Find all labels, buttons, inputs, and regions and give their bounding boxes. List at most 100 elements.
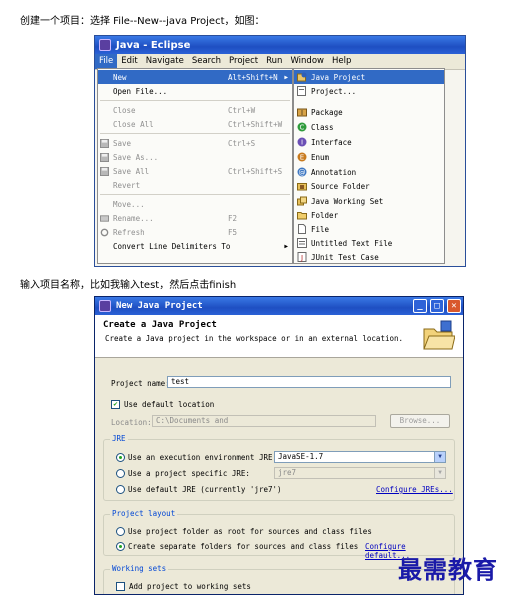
eclipse-title: Java - Eclipse (116, 39, 191, 51)
file-menu-item-convert-line-delimiters[interactable]: Convert Line Delimiters To ▶ (98, 239, 292, 253)
jre-execution-env-radio[interactable] (116, 453, 125, 462)
new-item-file[interactable]: File (294, 222, 444, 236)
svg-text:I: I (301, 139, 303, 147)
jre-execution-env-label: Use an execution environment JRE: (128, 453, 278, 462)
annotation-icon: @ (297, 167, 307, 177)
layout-separate-label: Create separate folders for sources and … (128, 542, 359, 551)
file-menu-item-save[interactable]: Save Ctrl+S (98, 136, 292, 150)
new-item-annotation[interactable]: @ Annotation (294, 165, 444, 179)
class-icon: C (297, 122, 307, 132)
add-to-working-sets-label: Add project to working sets (129, 582, 251, 591)
new-project-folder-icon (423, 320, 455, 350)
save-as-icon (100, 152, 109, 162)
configure-jres-link[interactable]: Configure JREs... (376, 485, 453, 494)
text-file-icon (297, 238, 307, 248)
rename-icon (100, 214, 109, 222)
project-specific-jre-select[interactable]: jre7 ▼ (274, 467, 446, 479)
dialog-heading: Create a Java Project (103, 320, 217, 330)
layout-root-radio[interactable] (116, 527, 125, 536)
menu-separator (100, 194, 290, 195)
menu-edit[interactable]: Edit (117, 54, 141, 69)
new-item-junit-test-case[interactable]: J JUnit Test Case (294, 250, 444, 264)
menu-file[interactable]: File (95, 54, 118, 69)
working-sets-title: Working sets (110, 564, 169, 573)
jre-group: JRE Use an execution environment JRE: Ja… (103, 434, 455, 501)
dialog-header: Create a Java Project Create a Java proj… (95, 315, 463, 358)
step2-caption: 输入项目名称，比如我输入test，然后点击finish (20, 280, 237, 291)
use-default-location-label: Use default location (124, 400, 215, 409)
new-item-project[interactable]: Project... (294, 84, 444, 98)
refresh-icon (100, 228, 109, 236)
close-icon[interactable]: ✕ (447, 299, 461, 313)
enum-icon: E (297, 152, 307, 162)
interface-icon: I (297, 137, 307, 147)
menu-separator (100, 100, 290, 101)
project-layout-title: Project layout (110, 509, 178, 518)
dialog-app-icon (99, 300, 111, 312)
file-menu-item-save-as[interactable]: Save As... (98, 150, 292, 164)
menu-search[interactable]: Search (188, 54, 225, 69)
new-item-enum[interactable]: E Enum (294, 150, 444, 164)
file-menu: New Alt+Shift+N ▶ Open File... Close Ctr… (97, 68, 293, 264)
save-icon (100, 138, 109, 148)
save-all-icon (100, 166, 109, 176)
file-menu-item-refresh[interactable]: Refresh F5 (98, 225, 292, 239)
maximize-icon[interactable]: □ (430, 299, 444, 313)
minimize-icon[interactable]: _ (413, 299, 427, 313)
file-menu-item-save-all[interactable]: Save All Ctrl+Shift+S (98, 164, 292, 178)
junit-icon: J (297, 252, 307, 262)
file-menu-item-close-all[interactable]: Close All Ctrl+Shift+W (98, 117, 292, 131)
file-menu-item-revert[interactable]: Revert (98, 178, 292, 192)
file-menu-item-rename[interactable]: Rename... F2 (98, 211, 292, 225)
location-input[interactable]: C:\Documents and Settings\Administrator\… (152, 415, 376, 427)
menu-project[interactable]: Project (225, 54, 262, 69)
watermark-logo: 最需教育 (398, 555, 498, 584)
file-menu-item-move[interactable]: Move... (98, 197, 292, 211)
svg-text:@: @ (299, 169, 306, 177)
menu-window[interactable]: Window (286, 54, 328, 69)
submenu-arrow-icon: ▶ (284, 242, 288, 250)
new-item-class[interactable]: C Class (294, 120, 444, 134)
dialog-description: Create a Java project in the workspace o… (105, 334, 404, 343)
file-menu-item-close[interactable]: Close Ctrl+W (98, 103, 292, 117)
use-default-location-checkbox[interactable]: ✔ (111, 400, 120, 409)
execution-env-select[interactable]: JavaSE-1.7 ▼ (274, 451, 446, 463)
new-item-package[interactable]: Package (294, 105, 444, 119)
file-menu-item-new[interactable]: New Alt+Shift+N ▶ (98, 70, 292, 84)
menu-navigate[interactable]: Navigate (142, 54, 188, 69)
jre-project-specific-radio[interactable] (116, 469, 125, 478)
jre-default-radio[interactable] (116, 485, 125, 494)
step1-caption: 创建一个项目：选择 File--New--java Project，如图： (20, 16, 265, 27)
project-icon (297, 86, 306, 96)
menu-help[interactable]: Help (328, 54, 355, 69)
project-name-input[interactable]: test (167, 376, 451, 388)
jre-group-title: JRE (110, 434, 128, 443)
package-icon (297, 108, 307, 117)
project-name-label: Project name: (111, 379, 170, 388)
execution-env-value: JavaSE-1.7 (278, 452, 324, 461)
eclipse-titlebar: Java - Eclipse (95, 36, 465, 54)
file-menu-item-open-file[interactable]: Open File... (98, 84, 292, 98)
file-icon (298, 224, 306, 234)
add-to-working-sets-checkbox[interactable] (116, 582, 125, 591)
svg-text:J: J (300, 254, 303, 262)
eclipse-app-icon (99, 39, 111, 51)
new-item-folder[interactable]: Folder (294, 208, 444, 222)
layout-root-label: Use project folder as root for sources a… (128, 527, 372, 536)
chevron-down-icon: ▼ (434, 468, 445, 478)
location-label: Location: (111, 418, 152, 427)
jre-project-specific-label: Use a project specific JRE: (128, 469, 250, 478)
browse-button[interactable]: Browse... (390, 414, 450, 428)
submenu-arrow-icon: ▶ (284, 73, 288, 81)
chevron-down-icon: ▼ (434, 452, 445, 462)
menu-separator (100, 133, 290, 134)
new-item-untitled-text-file[interactable]: Untitled Text File (294, 236, 444, 250)
new-item-interface[interactable]: I Interface (294, 135, 444, 149)
menu-run[interactable]: Run (262, 54, 286, 69)
svg-text:E: E (300, 154, 304, 162)
new-item-source-folder[interactable]: Source Folder (294, 179, 444, 193)
new-item-java-project[interactable]: Java Project (294, 70, 444, 84)
layout-separate-radio[interactable] (116, 542, 125, 551)
new-item-java-working-set[interactable]: Java Working Set (294, 194, 444, 208)
working-set-icon (297, 196, 307, 206)
